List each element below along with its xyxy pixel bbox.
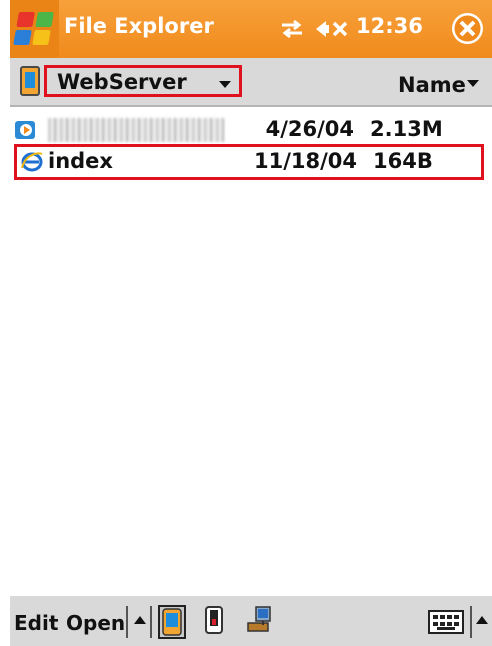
device-icon (20, 66, 40, 96)
file-row-index[interactable]: index 11/18/04 164B (14, 144, 484, 180)
open-menu[interactable]: Open (66, 611, 125, 635)
current-folder: WebServer (57, 70, 187, 94)
sort-chevron-down-icon[interactable] (467, 80, 479, 87)
file-date: 11/18/04 (253, 149, 357, 173)
toolbar-divider (150, 606, 152, 638)
toolbar-divider (470, 606, 472, 638)
file-row[interactable]: 4/26/04 2.13M (10, 112, 492, 148)
device-icon (162, 608, 182, 636)
title-bar: File Explorer 12:36 (10, 0, 492, 58)
keyboard-icon[interactable] (428, 610, 464, 634)
sip-menu-arrow-icon[interactable] (476, 616, 488, 624)
network-share-icon (247, 606, 271, 632)
close-icon (454, 15, 481, 42)
windows-flag-icon (13, 12, 55, 46)
file-size: 2.13M (370, 117, 443, 141)
network-share-button[interactable] (246, 605, 274, 639)
media-file-icon (15, 121, 35, 139)
file-size: 164B (373, 149, 433, 173)
close-button[interactable] (452, 13, 483, 44)
storage-card-icon (205, 606, 223, 634)
app-title: File Explorer (64, 14, 214, 38)
clock[interactable]: 12:36 (356, 14, 423, 38)
folder-dropdown[interactable]: WebServer (44, 65, 242, 97)
storage-card-button[interactable] (202, 605, 230, 639)
sort-dropdown[interactable]: Name (398, 73, 466, 97)
start-button[interactable] (10, 0, 59, 58)
toolbar-divider (126, 606, 128, 638)
connectivity-icon[interactable] (278, 17, 306, 41)
location-bar: WebServer Name (10, 58, 492, 107)
chevron-down-icon (219, 81, 231, 88)
pocket-pc-screen: File Explorer 12:36 WebServer Name 4/26/… (10, 0, 492, 646)
ie-html-file-icon (21, 152, 43, 172)
volume-muted-icon[interactable] (314, 17, 350, 41)
edit-menu[interactable]: Edit (14, 611, 58, 635)
bottom-toolbar: Edit Open (10, 594, 492, 646)
up-folder-icon[interactable] (134, 616, 146, 624)
file-date: 4/26/04 (265, 117, 354, 141)
file-name: index (48, 149, 113, 173)
obscured-file-name (48, 118, 224, 142)
device-view-button[interactable] (158, 605, 186, 639)
